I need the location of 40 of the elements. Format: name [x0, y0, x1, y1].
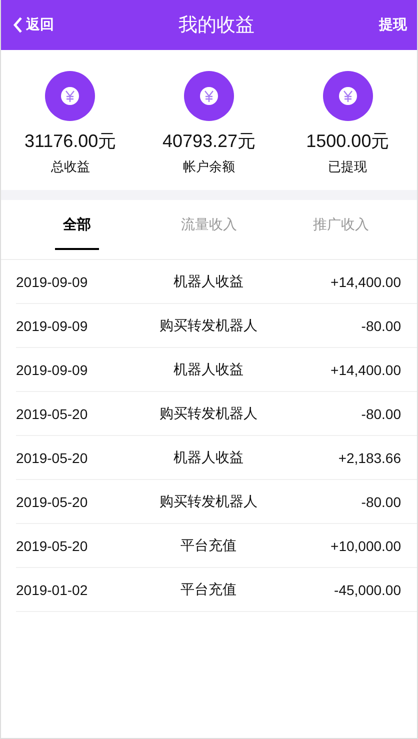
record-amount: +2,183.66 [337, 450, 401, 466]
record-date: 2019-01-02 [16, 582, 89, 598]
record-date: 2019-05-20 [16, 494, 89, 510]
record-amount: -80.00 [360, 406, 401, 422]
stat-label: 总收益 [50, 158, 90, 176]
record-amount: +14,400.00 [330, 362, 401, 378]
record-title: 平台充值 [180, 536, 238, 554]
record-amount: -80.00 [360, 318, 401, 334]
tab[interactable]: 流量收入 [143, 200, 275, 259]
tab[interactable]: 全部 [11, 200, 143, 259]
record-title: 购买转发机器人 [158, 316, 258, 334]
record-amount: +14,400.00 [330, 274, 401, 290]
record-date: 2019-09-09 [16, 362, 89, 378]
record-date: 2019-05-20 [16, 450, 89, 466]
page-title: 我的收益 [178, 14, 256, 38]
record-date: 2019-09-09 [16, 318, 89, 334]
record-amount: -80.00 [360, 494, 401, 510]
record-title: 购买转发机器人 [158, 492, 258, 510]
stat-label: 已提现 [328, 158, 368, 176]
withdraw-button[interactable]: 提现 [379, 16, 407, 34]
record-title: 平台充值 [180, 580, 238, 598]
record-date: 2019-05-20 [16, 538, 89, 554]
back-button[interactable]: 返回 [13, 16, 54, 34]
stat-value: 31176.00元 [24, 130, 116, 153]
record-title: 机器人收益 [172, 448, 244, 466]
back-icon [13, 16, 23, 34]
yen-icon [184, 71, 234, 121]
record-amount: +10,000.00 [330, 538, 401, 554]
record-date: 2019-05-20 [16, 406, 89, 422]
record-title: 机器人收益 [172, 360, 244, 378]
record-title: 购买转发机器人 [158, 404, 258, 422]
stat-label: 帐户余额 [183, 158, 235, 176]
record-date: 2019-09-09 [16, 274, 89, 290]
stat-value: 1500.00元 [306, 130, 390, 153]
record-title: 机器人收益 [172, 272, 244, 290]
yen-icon [45, 71, 96, 121]
tab[interactable]: 推广收入 [275, 200, 407, 259]
stat-value: 40793.27元 [162, 130, 256, 153]
yen-icon [322, 71, 373, 121]
record-amount: -45,000.00 [333, 582, 401, 598]
